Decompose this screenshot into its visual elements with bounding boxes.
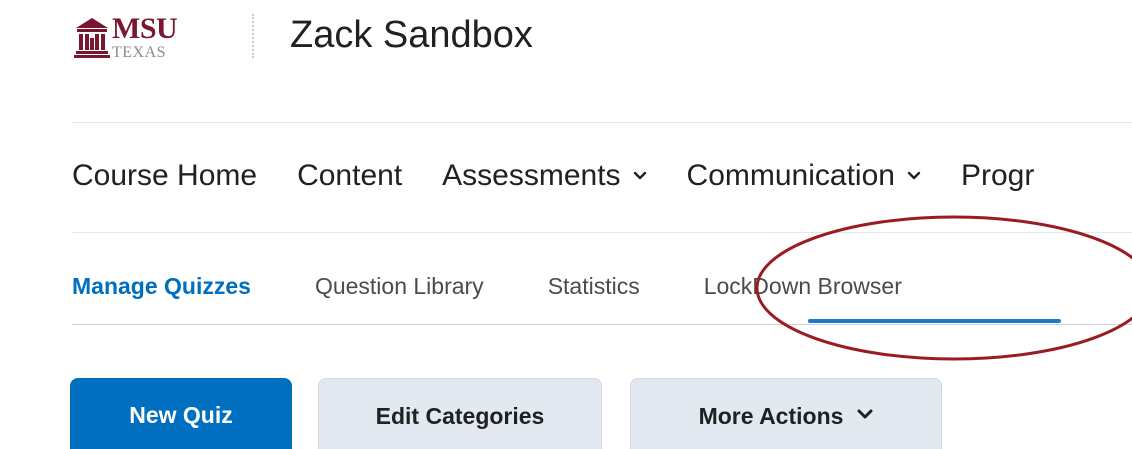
header-divider-line xyxy=(72,122,1132,123)
nav-course-home-label: Course Home xyxy=(72,159,258,192)
nav-content[interactable]: Content xyxy=(297,159,402,193)
tab-statistics[interactable]: Statistics xyxy=(548,273,640,300)
quizzes-page: MSU TEXAS Zack Sandbox Course Home Conte… xyxy=(0,0,1132,449)
nav-assessments[interactable]: Assessments xyxy=(442,159,646,193)
new-quiz-button[interactable]: New Quiz xyxy=(70,378,292,449)
msu-building-icon xyxy=(74,18,110,58)
chevron-down-icon xyxy=(907,171,921,180)
nav-progress[interactable]: Progr xyxy=(961,159,1034,193)
tab-manage-quizzes-label: Manage Quizzes xyxy=(72,272,251,299)
edit-categories-button-label: Edit Categories xyxy=(375,403,545,429)
header-divider xyxy=(252,14,254,58)
course-navbar: Course Home Content Assessments Communic… xyxy=(72,154,1034,198)
tab-question-library[interactable]: Question Library xyxy=(315,273,484,300)
chevron-down-icon xyxy=(633,171,646,180)
nav-progress-label: Progr xyxy=(960,159,1035,192)
course-title[interactable]: Zack Sandbox xyxy=(290,12,533,58)
chevron-down-icon xyxy=(857,409,873,419)
logo-primary-text: MSU xyxy=(112,12,178,45)
edit-categories-button[interactable]: Edit Categories xyxy=(318,378,602,449)
new-quiz-button-label: New Quiz xyxy=(129,402,233,428)
tab-statistics-label: Statistics xyxy=(547,272,640,299)
more-actions-button[interactable]: More Actions xyxy=(630,378,942,449)
nav-content-label: Content xyxy=(297,159,403,192)
nav-assessments-label: Assessments xyxy=(442,159,621,192)
msu-texas-logo[interactable]: MSU TEXAS xyxy=(74,12,214,64)
nav-communication[interactable]: Communication xyxy=(687,159,921,193)
highlight-ellipse xyxy=(755,215,1132,361)
nav-communication-label: Communication xyxy=(686,159,895,192)
tab-question-library-label: Question Library xyxy=(314,272,484,299)
more-actions-button-label: More Actions xyxy=(698,403,844,429)
logo-secondary-text: TEXAS xyxy=(112,44,167,61)
nav-course-home[interactable]: Course Home xyxy=(72,159,257,193)
tab-manage-quizzes[interactable]: Manage Quizzes xyxy=(72,273,251,300)
